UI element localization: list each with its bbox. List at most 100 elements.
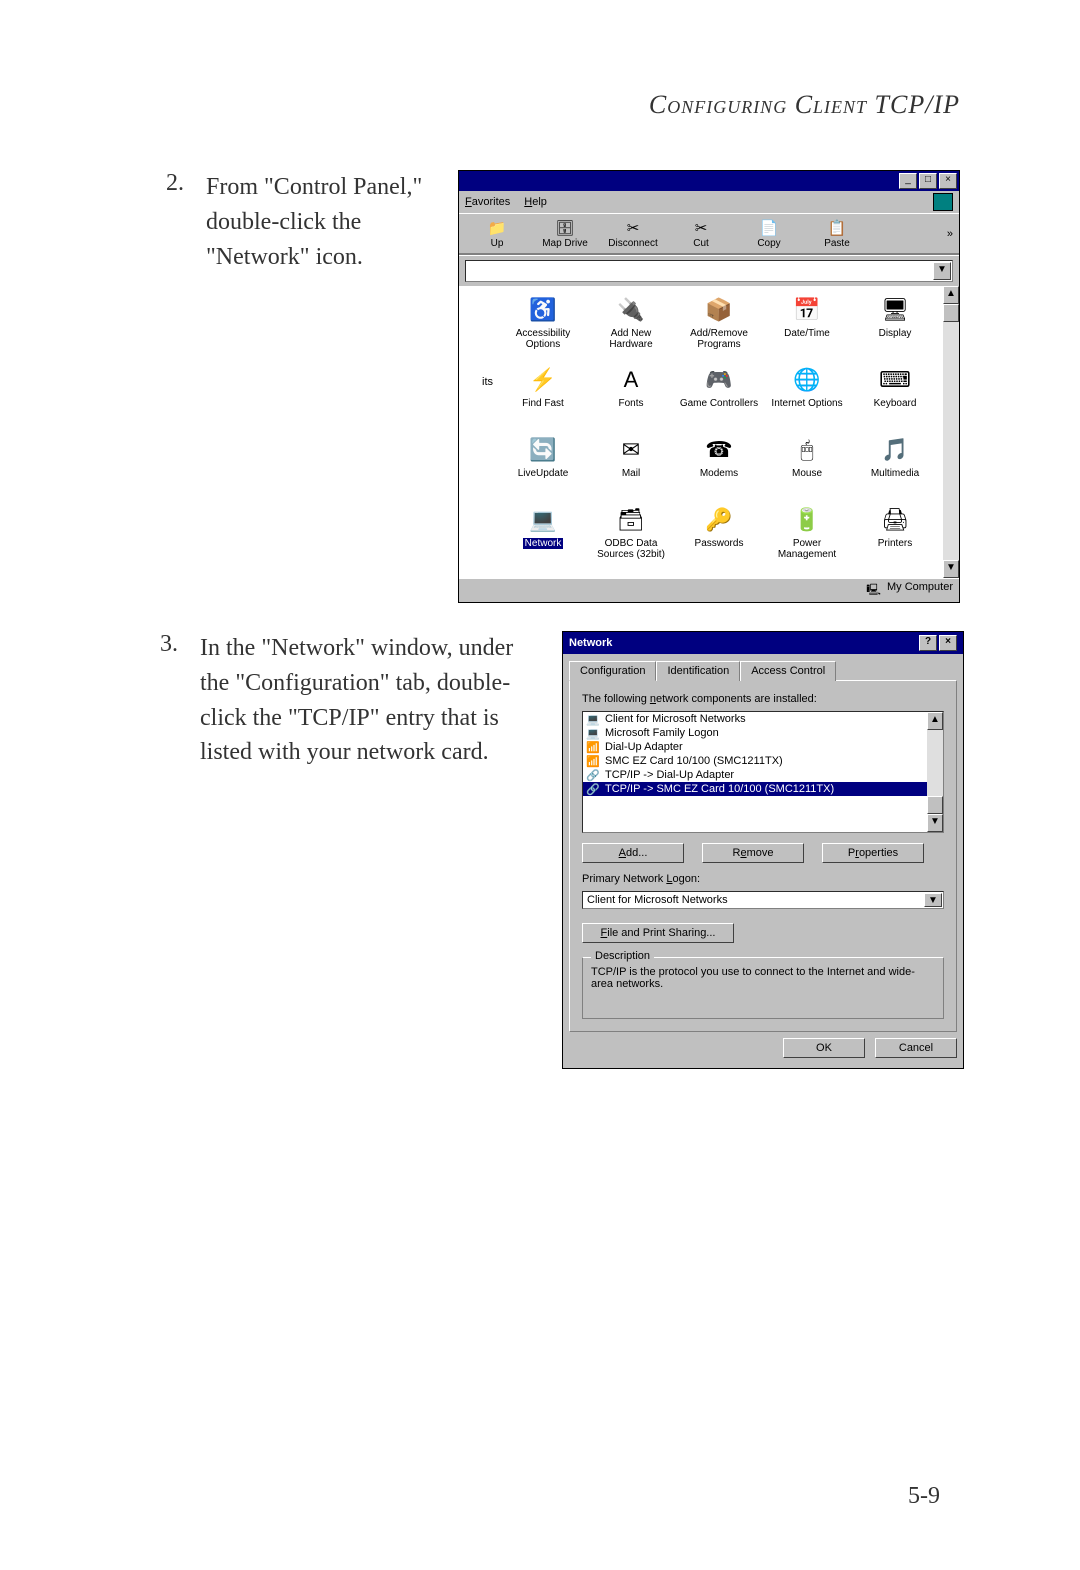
cp-icon-internet-options[interactable]: 🌐Internet Options xyxy=(765,364,849,430)
add-new-hardware-icon: 🔌 xyxy=(615,294,647,326)
odbc-data-sources-32bit--icon: 🗃 xyxy=(615,504,647,536)
properties-button[interactable]: Properties xyxy=(822,843,924,863)
passwords-icon: 🔑 xyxy=(703,504,735,536)
maximize-button[interactable]: □ xyxy=(919,173,937,189)
accessibility-options-icon: ♿ xyxy=(527,294,559,326)
cp-icon-modems[interactable]: ☎Modems xyxy=(677,434,761,500)
copy-icon: 📄 xyxy=(758,218,780,238)
toolbar-disconnect[interactable]: ✂Disconnect xyxy=(601,216,665,251)
components-label: The following network components are ins… xyxy=(582,693,944,705)
cp-icon-liveupdate[interactable]: 🔄LiveUpdate xyxy=(501,434,585,500)
tab-configuration[interactable]: Configuration xyxy=(569,661,656,681)
modems-icon: ☎ xyxy=(703,434,735,466)
description-group: Description TCP/IP is the protocol you u… xyxy=(582,957,944,1019)
combo-dropdown-icon[interactable]: ▼ xyxy=(924,893,942,907)
scroll-up-icon[interactable]: ▲ xyxy=(927,712,943,730)
menu-favorites[interactable]: Favorites xyxy=(465,196,510,208)
tab-access-control[interactable]: Access Control xyxy=(740,661,836,681)
component-item[interactable]: 💻Client for Microsoft Networks xyxy=(583,712,943,726)
configuration-pane: The following network components are ins… xyxy=(569,680,957,1032)
toolbar-cut[interactable]: ✂Cut xyxy=(669,216,733,251)
help-button[interactable]: ? xyxy=(919,635,937,651)
cp-icon-mouse[interactable]: 🖱Mouse xyxy=(765,434,849,500)
network-dialog-screenshot: Network ? × Configuration Identification… xyxy=(562,631,964,1069)
network-titlebar: Network ? × xyxy=(563,632,963,654)
toolbar-up[interactable]: 📁Up xyxy=(465,216,529,251)
scroll-down-icon[interactable]: ▼ xyxy=(943,560,959,578)
step-2: 2. From "Control Panel," double-click th… xyxy=(160,170,960,603)
scroll-up-icon[interactable]: ▲ xyxy=(943,286,959,304)
cp-icon-add-remove-programs[interactable]: 📦Add/Remove Programs xyxy=(677,294,761,360)
component-item[interactable]: 💻Microsoft Family Logon xyxy=(583,726,943,740)
cp-icon-mail[interactable]: ✉Mail xyxy=(589,434,673,500)
scroll-down-icon[interactable]: ▼ xyxy=(927,814,943,832)
mouse-icon: 🖱 xyxy=(791,434,823,466)
component-item[interactable]: 📶Dial-Up Adapter xyxy=(583,740,943,754)
primary-logon-combo[interactable]: Client for Microsoft Networks ▼ xyxy=(582,891,944,909)
components-list[interactable]: 💻Client for Microsoft Networks💻Microsoft… xyxy=(582,711,944,833)
list-scrollbar[interactable]: ▲ ▼ xyxy=(927,712,943,832)
map-drive-icon: 🗄 xyxy=(554,218,576,238)
ok-button[interactable]: OK xyxy=(783,1038,865,1058)
cp-icon-add-new-hardware[interactable]: 🔌Add New Hardware xyxy=(589,294,673,360)
address-dropdown-icon[interactable]: ▼ xyxy=(933,262,951,280)
cp-icon-fonts[interactable]: AFonts xyxy=(589,364,673,430)
step-3-text: In the "Network" window, under the "Conf… xyxy=(200,631,520,770)
description-text: TCP/IP is the protocol you use to connec… xyxy=(591,966,935,990)
toolbar-paste[interactable]: 📋Paste xyxy=(805,216,869,251)
close-button[interactable]: × xyxy=(939,635,957,651)
cut-icon: ✂ xyxy=(690,218,712,238)
toolbar-map-drive[interactable]: 🗄Map Drive xyxy=(533,216,597,251)
cp-icon-keyboard[interactable]: ⌨Keyboard xyxy=(853,364,937,430)
titlebar: _ □ × xyxy=(459,171,959,191)
add-button[interactable]: Add... xyxy=(582,843,684,863)
left-caption: its xyxy=(459,286,495,578)
control-panel-window: _ □ × Favorites Help 📁Up🗄Map Drive✂Disco… xyxy=(458,170,960,603)
menu-help[interactable]: Help xyxy=(524,196,547,208)
component-item[interactable]: 📶SMC EZ Card 10/100 (SMC1211TX) xyxy=(583,754,943,768)
component-icon: 🔗 xyxy=(586,783,600,797)
minimize-button[interactable]: _ xyxy=(899,173,917,189)
file-print-sharing-button[interactable]: File and Print Sharing... xyxy=(582,923,734,943)
component-item[interactable]: 🔗TCP/IP -> SMC EZ Card 10/100 (SMC1211TX… xyxy=(583,782,943,796)
component-item[interactable]: 🔗TCP/IP -> Dial-Up Adapter xyxy=(583,768,943,782)
cp-icon-printers[interactable]: 🖨Printers xyxy=(853,504,937,570)
cp-icon-date-time[interactable]: 📅Date/Time xyxy=(765,294,849,360)
cp-icon-passwords[interactable]: 🔑Passwords xyxy=(677,504,761,570)
close-button[interactable]: × xyxy=(939,173,957,189)
cp-icon-power-management[interactable]: 🔋Power Management xyxy=(765,504,849,570)
find-fast-icon: ⚡ xyxy=(527,364,559,396)
primary-logon-label: Primary Network Logon: xyxy=(582,873,944,885)
toolbar-copy[interactable]: 📄Copy xyxy=(737,216,801,251)
cp-icon-accessibility-options[interactable]: ♿Accessibility Options xyxy=(501,294,585,360)
cp-icon-multimedia[interactable]: 🎵Multimedia xyxy=(853,434,937,500)
toolbar: 📁Up🗄Map Drive✂Disconnect✂Cut📄Copy📋Paste » xyxy=(459,213,959,254)
menubar: Favorites Help xyxy=(459,191,959,213)
mail-icon: ✉ xyxy=(615,434,647,466)
scroll-thumb[interactable] xyxy=(927,796,943,814)
toolbar-overflow-icon[interactable]: » xyxy=(947,228,953,240)
scroll-thumb[interactable] xyxy=(943,304,959,322)
step-3: 3. In the "Network" window, under the "C… xyxy=(160,631,960,1069)
page-number: 5-9 xyxy=(908,1483,940,1510)
cp-icon-find-fast[interactable]: ⚡Find Fast xyxy=(501,364,585,430)
network-title-text: Network xyxy=(569,637,612,649)
date-time-icon: 📅 xyxy=(791,294,823,326)
network-icon: 💻 xyxy=(527,504,559,536)
cancel-button[interactable]: Cancel xyxy=(875,1038,957,1058)
tab-identification[interactable]: Identification xyxy=(656,661,740,681)
component-icon: 📶 xyxy=(586,741,600,755)
cp-icon-odbc-data-sources-32bit-[interactable]: 🗃ODBC Data Sources (32bit) xyxy=(589,504,673,570)
cp-icon-display[interactable]: 🖥Display xyxy=(853,294,937,360)
remove-button[interactable]: Remove xyxy=(702,843,804,863)
cp-icon-game-controllers[interactable]: 🎮Game Controllers xyxy=(677,364,761,430)
up-icon: 📁 xyxy=(486,218,508,238)
scrollbar[interactable]: ▲ ▼ xyxy=(943,286,959,578)
cp-icon-network[interactable]: 💻Network xyxy=(501,504,585,570)
address-bar[interactable]: ▼ xyxy=(465,260,953,282)
internet-options-icon: 🌐 xyxy=(791,364,823,396)
game-controllers-icon: 🎮 xyxy=(703,364,735,396)
status-bar: 🖳My Computer xyxy=(459,578,959,602)
step-3-number: 3. xyxy=(160,631,178,658)
display-icon: 🖥 xyxy=(879,294,911,326)
